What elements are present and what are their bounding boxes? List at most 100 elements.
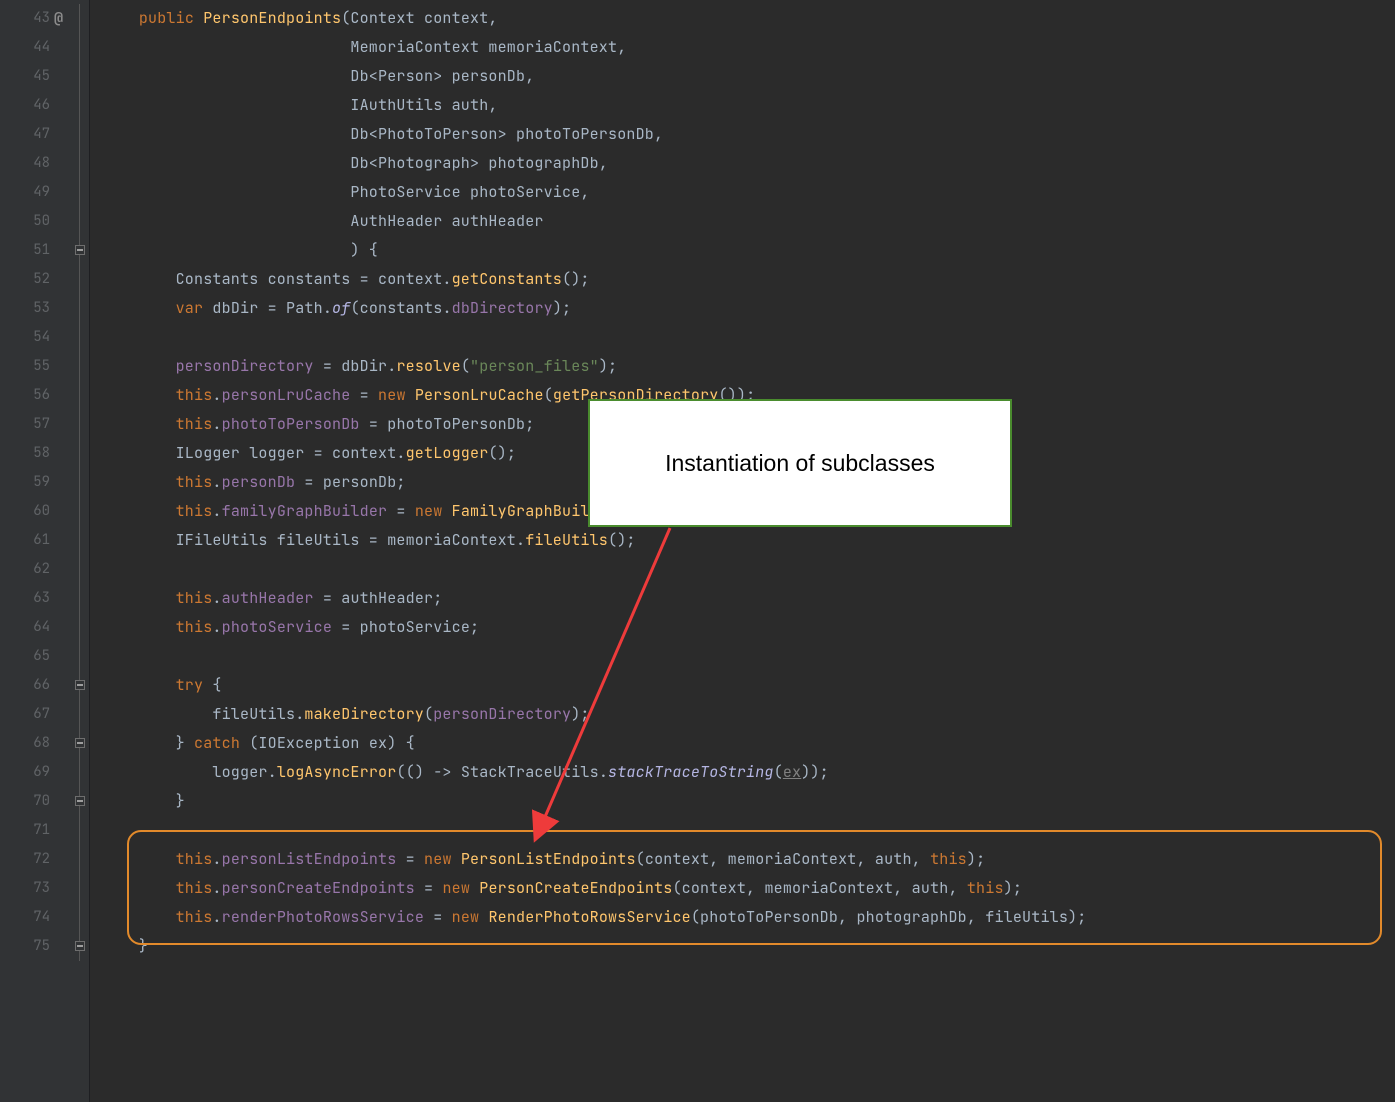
fold-cell [72, 410, 89, 439]
code-line[interactable]: personDirectory = dbDir.resolve("person_… [102, 352, 1395, 381]
fold-toggle-icon[interactable] [75, 245, 85, 255]
fold-cell [72, 439, 89, 468]
code-line[interactable]: ) { [102, 236, 1395, 265]
gutter-line-number: 51 [0, 236, 72, 265]
gutter-line-number: 59 [0, 468, 72, 497]
fold-cell [72, 381, 89, 410]
code-line[interactable] [102, 323, 1395, 352]
gutter-line-number: 72 [0, 845, 72, 874]
code-line[interactable]: try { [102, 671, 1395, 700]
code-line[interactable]: public PersonEndpoints(Context context, [102, 4, 1395, 33]
fold-cell [72, 758, 89, 787]
fold-cell [72, 816, 89, 845]
code-line[interactable]: this.renderPhotoRowsService = new Render… [102, 903, 1395, 932]
code-line[interactable]: Db<Person> personDb, [102, 62, 1395, 91]
gutter-line-number: 47 [0, 120, 72, 149]
annotation-label: Instantiation of subclasses [665, 450, 935, 477]
fold-cell [72, 33, 89, 62]
gutter-line-number: 64 [0, 613, 72, 642]
fold-cell [72, 207, 89, 236]
fold-cell [72, 120, 89, 149]
code-line[interactable]: } [102, 932, 1395, 961]
code-line[interactable]: fileUtils.makeDirectory(personDirectory)… [102, 700, 1395, 729]
gutter-line-number: 43@ [0, 4, 72, 33]
code-line[interactable]: logger.logAsyncError(() -> StackTraceUti… [102, 758, 1395, 787]
code-area[interactable]: public PersonEndpoints(Context context, … [90, 0, 1395, 1102]
fold-toggle-icon[interactable] [75, 680, 85, 690]
code-line[interactable]: this.photoService = photoService; [102, 613, 1395, 642]
gutter-line-number: 58 [0, 439, 72, 468]
fold-cell [72, 729, 89, 758]
gutter-line-number: 50 [0, 207, 72, 236]
fold-cell [72, 555, 89, 584]
fold-toggle-icon[interactable] [75, 941, 85, 951]
fold-cell [72, 178, 89, 207]
gutter-line-number: 66 [0, 671, 72, 700]
gutter-line-number: 71 [0, 816, 72, 845]
code-line[interactable]: IAuthUtils auth, [102, 91, 1395, 120]
code-line[interactable] [102, 816, 1395, 845]
fold-cell [72, 294, 89, 323]
code-line[interactable]: this.authHeader = authHeader; [102, 584, 1395, 613]
gutter-line-number: 68 [0, 729, 72, 758]
code-line[interactable]: } [102, 787, 1395, 816]
code-line[interactable] [102, 555, 1395, 584]
code-line[interactable]: IFileUtils fileUtils = memoriaContext.fi… [102, 526, 1395, 555]
code-line[interactable]: MemoriaContext memoriaContext, [102, 33, 1395, 62]
gutter-line-number: 62 [0, 555, 72, 584]
gutter-line-number: 63 [0, 584, 72, 613]
gutter-line-number: 75 [0, 932, 72, 961]
gutter-line-number: 48 [0, 149, 72, 178]
fold-cell [72, 845, 89, 874]
gutter-line-number: 57 [0, 410, 72, 439]
fold-cell [72, 671, 89, 700]
code-line[interactable]: AuthHeader authHeader [102, 207, 1395, 236]
fold-cell [72, 352, 89, 381]
code-editor[interactable]: 43@4445464748495051525354555657585960616… [0, 0, 1395, 1102]
gutter-line-number: 44 [0, 33, 72, 62]
gutter-line-number: 56 [0, 381, 72, 410]
fold-cell [72, 91, 89, 120]
gutter-line-number: 52 [0, 265, 72, 294]
gutter-line-number: 53 [0, 294, 72, 323]
fold-cell [72, 62, 89, 91]
fold-cell [72, 584, 89, 613]
fold-cell [72, 265, 89, 294]
fold-cell [72, 642, 89, 671]
fold-column [72, 0, 90, 1102]
gutter-line-number: 55 [0, 352, 72, 381]
gutter-line-number: 65 [0, 642, 72, 671]
gutter-line-number: 69 [0, 758, 72, 787]
fold-cell [72, 323, 89, 352]
fold-cell [72, 903, 89, 932]
override-gutter-icon[interactable]: @ [54, 4, 63, 33]
gutter-line-number: 49 [0, 178, 72, 207]
gutter: 43@4445464748495051525354555657585960616… [0, 0, 72, 1102]
code-line[interactable]: Db<Photograph> photographDb, [102, 149, 1395, 178]
code-line[interactable]: Db<PhotoToPerson> photoToPersonDb, [102, 120, 1395, 149]
fold-cell [72, 787, 89, 816]
code-line[interactable]: this.personListEndpoints = new PersonLis… [102, 845, 1395, 874]
fold-cell [72, 700, 89, 729]
annotation-callout: Instantiation of subclasses [588, 399, 1012, 527]
code-line[interactable]: this.personCreateEndpoints = new PersonC… [102, 874, 1395, 903]
fold-toggle-icon[interactable] [75, 738, 85, 748]
gutter-line-number: 46 [0, 91, 72, 120]
code-line[interactable]: Constants constants = context.getConstan… [102, 265, 1395, 294]
gutter-line-number: 74 [0, 903, 72, 932]
fold-cell [72, 932, 89, 961]
code-line[interactable]: PhotoService photoService, [102, 178, 1395, 207]
fold-toggle-icon[interactable] [75, 796, 85, 806]
gutter-line-number: 67 [0, 700, 72, 729]
fold-cell [72, 149, 89, 178]
gutter-line-number: 60 [0, 497, 72, 526]
code-line[interactable]: } catch (IOException ex) { [102, 729, 1395, 758]
gutter-line-number: 61 [0, 526, 72, 555]
fold-cell [72, 526, 89, 555]
code-line[interactable] [102, 642, 1395, 671]
gutter-line-number: 54 [0, 323, 72, 352]
fold-cell [72, 236, 89, 265]
fold-cell [72, 4, 89, 33]
fold-cell [72, 613, 89, 642]
code-line[interactable]: var dbDir = Path.of(constants.dbDirector… [102, 294, 1395, 323]
